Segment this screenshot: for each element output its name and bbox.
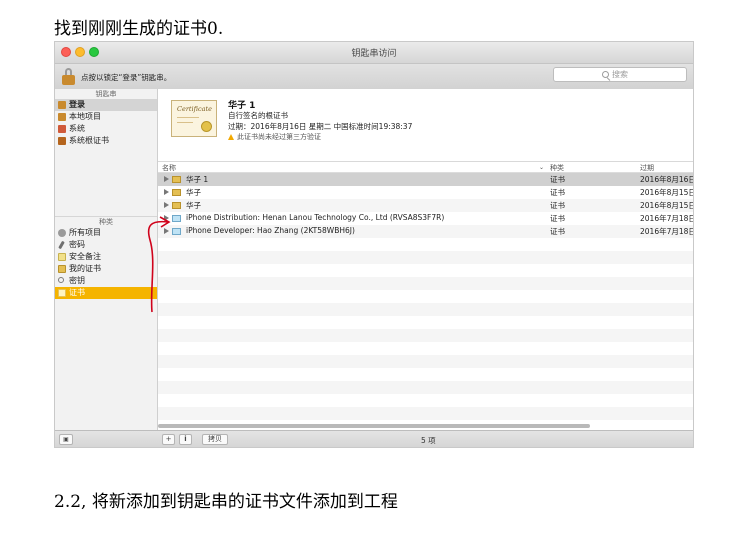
table-row[interactable]: iPhone Developer: Hao Zhang (2KT58WBH6J)…: [158, 225, 693, 238]
empty-row: [158, 277, 693, 290]
certificate-expiry: 过期：2016年8月16日 星期二 中国标准时间19:38:37: [228, 122, 413, 131]
sidebar-item-secure-notes[interactable]: 安全备注: [55, 251, 157, 263]
empty-row: [158, 329, 693, 342]
sidebar-item-keys[interactable]: 密钥: [55, 275, 157, 287]
warning-icon: [228, 134, 234, 140]
table-row[interactable]: 华子 1 证书 2016年8月16日: [158, 173, 693, 186]
note-icon: [58, 253, 66, 261]
key-icon: [58, 277, 64, 283]
item-count: 5 项: [421, 436, 436, 445]
certificate-icon: [172, 202, 181, 209]
empty-row: [158, 264, 693, 277]
sidebar-item-all-items[interactable]: 所有项目: [55, 227, 157, 239]
sidebar-item-local-items[interactable]: 本地项目: [55, 111, 157, 123]
search-placeholder: 搜索: [612, 70, 628, 79]
sidebar-item-my-certificates[interactable]: 我的证书: [55, 263, 157, 275]
certificate-detail: Certificate 华子 1 自行签名的根证书 过期：2016年8月16日 …: [158, 89, 693, 162]
lock-hint-text: 点按以锁定“登录”钥匙串。: [81, 73, 172, 82]
seal-icon: [201, 121, 212, 132]
sidebar-item-system[interactable]: 系统: [55, 123, 157, 135]
lock-icon[interactable]: [62, 68, 75, 85]
add-button[interactable]: +: [162, 434, 175, 445]
document-footer: 2.2, 将新添加到钥匙串的证书文件添加到工程: [54, 492, 398, 512]
info-button[interactable]: i: [179, 434, 192, 445]
people-icon: [58, 229, 66, 237]
sidebar-item-passwords[interactable]: 密码: [55, 239, 157, 251]
certificate-icon: [172, 176, 181, 183]
sidebar-item-certificates[interactable]: 证书: [55, 287, 157, 299]
certificate-icon: [172, 189, 181, 196]
certificate-warning: 此证书尚未经过第三方验证: [228, 132, 321, 142]
empty-row: [158, 355, 693, 368]
sidebar-item-login[interactable]: 登录: [55, 99, 157, 111]
title-bar: 钥匙串访问: [55, 42, 693, 64]
toolbar: 点按以锁定“登录”钥匙串。 搜索: [55, 64, 693, 90]
certificate-icon: [58, 265, 66, 273]
certificate-icon: Certificate: [171, 100, 217, 137]
search-input[interactable]: 搜索: [553, 67, 687, 82]
status-bar: ▣ + i 拷贝 5 项: [55, 430, 693, 447]
developer-certificate-icon: [172, 228, 181, 235]
column-header-name[interactable]: 名称: [162, 163, 176, 173]
lock-icon: [58, 101, 66, 109]
certificate-table: 华子 1 证书 2016年8月16日 华子 证书 2016年8月15日 华子 证…: [158, 173, 693, 420]
lock-icon: [58, 113, 66, 121]
disclosure-triangle-icon[interactable]: [164, 176, 169, 182]
disclosure-triangle-icon[interactable]: [164, 202, 169, 208]
empty-row: [158, 407, 693, 420]
copy-button[interactable]: 拷贝: [202, 434, 228, 445]
certificate-icon: [58, 289, 66, 297]
empty-row: [158, 290, 693, 303]
empty-row: [158, 381, 693, 394]
cabinet-icon: [58, 137, 66, 145]
keychains-header: 钥匙串: [95, 90, 117, 98]
certificate-type: 自行签名的根证书: [228, 111, 288, 120]
disclosure-triangle-icon[interactable]: [164, 215, 169, 221]
document-heading: 找到刚刚生成的证书0.: [54, 19, 224, 39]
pen-icon: [58, 240, 65, 250]
empty-row: [158, 251, 693, 264]
horizontal-scrollbar[interactable]: [158, 424, 590, 428]
empty-row: [158, 368, 693, 381]
table-row[interactable]: 华子 证书 2016年8月15日: [158, 199, 693, 212]
lock-icon: [58, 125, 66, 133]
chevron-down-icon[interactable]: ⌄: [539, 164, 544, 171]
sidebar: 钥匙串 登录 本地项目 系统 系统根证书 种类 所有项目 密码 安全备注 我的证…: [55, 89, 158, 430]
keychain-access-window: 钥匙串访问 点按以锁定“登录”钥匙串。 搜索 钥匙串 登录 本地项目 系统 系统…: [54, 41, 694, 448]
disclosure-triangle-icon[interactable]: [164, 228, 169, 234]
empty-row: [158, 303, 693, 316]
sidebar-item-system-roots[interactable]: 系统根证书: [55, 135, 157, 147]
main-pane: Certificate 华子 1 自行签名的根证书 过期：2016年8月16日 …: [158, 89, 693, 430]
empty-row: [158, 394, 693, 407]
search-icon: [602, 71, 609, 78]
sidebar-toggle-icon[interactable]: ▣: [59, 434, 73, 445]
table-header: 名称 ⌄ 种类 过期: [158, 162, 693, 173]
empty-row: [158, 316, 693, 329]
table-row[interactable]: iPhone Distribution: Henan Lanou Technol…: [158, 212, 693, 225]
column-header-kind[interactable]: 种类: [550, 163, 564, 173]
column-header-expires[interactable]: 过期: [640, 163, 654, 173]
table-row[interactable]: 华子 证书 2016年8月15日: [158, 186, 693, 199]
certificate-word: Certificate: [177, 105, 212, 113]
window-title: 钥匙串访问: [351, 49, 397, 59]
disclosure-triangle-icon[interactable]: [164, 189, 169, 195]
empty-row: [158, 342, 693, 355]
developer-certificate-icon: [172, 215, 181, 222]
category-header: 种类: [55, 216, 157, 227]
empty-row: [158, 238, 693, 251]
